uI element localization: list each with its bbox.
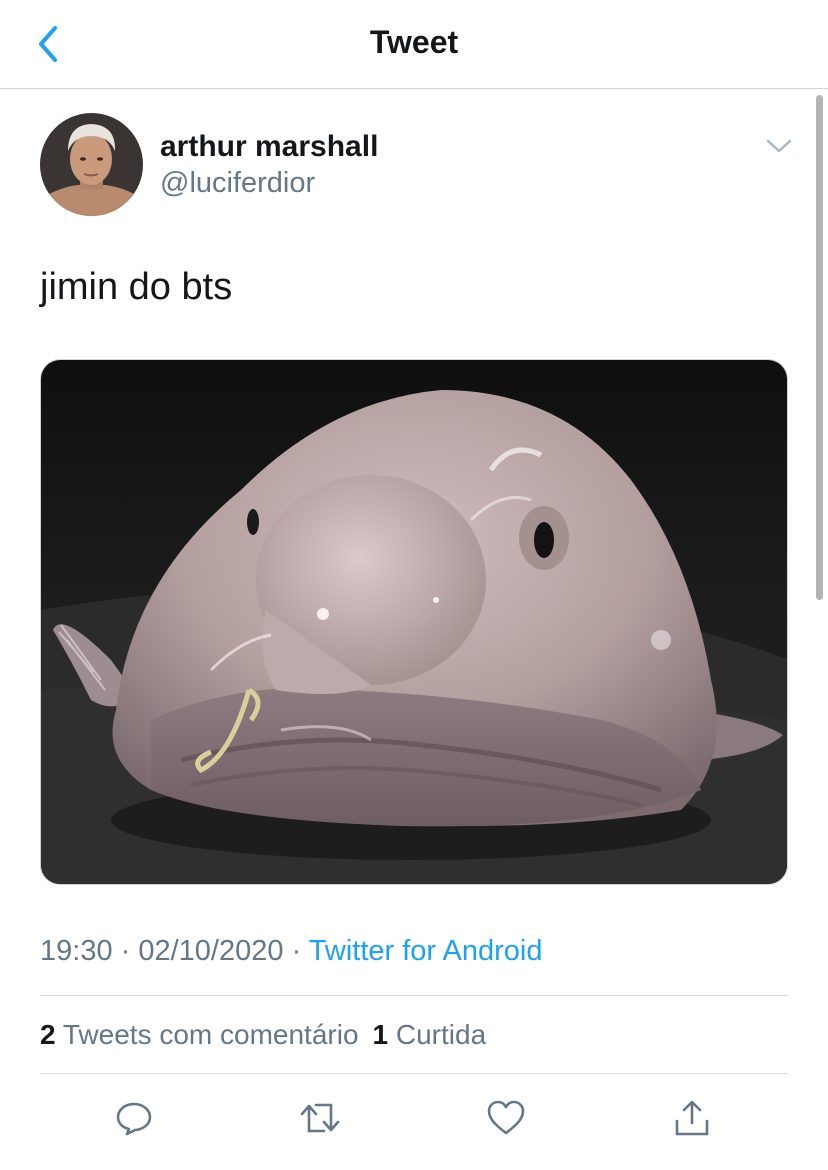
reply-icon (116, 1102, 152, 1136)
like-label: Curtida (395, 1019, 487, 1050)
navigation-header: Tweet (0, 0, 828, 89)
like-count: 1 (372, 1019, 389, 1050)
meta-separator: · (283, 935, 309, 967)
tweet-timestamp-line: 19:30 · 02/10/2020 · Twitter for Android (40, 935, 542, 968)
blobfish-photo (41, 360, 787, 884)
tweet-stats: 2 Tweets com comentário 1 Curtida (40, 1019, 486, 1051)
quote-count: 2 (40, 1019, 56, 1050)
retweet-icon (300, 1103, 340, 1133)
likes-stat[interactable]: 1 Curtida (373, 1019, 487, 1050)
heart-icon (487, 1100, 525, 1135)
author-handle[interactable]: @luciferdior (160, 167, 315, 200)
tweet-date: 02/10/2020 (138, 935, 284, 967)
divider (40, 995, 788, 996)
tweet-menu-button[interactable] (762, 133, 796, 159)
scroll-indicator[interactable] (816, 95, 823, 600)
divider (40, 1073, 788, 1074)
tweet-text: jimin do bts (40, 266, 233, 308)
quote-tweets-stat[interactable]: 2 Tweets com comentário (40, 1019, 359, 1050)
tweet-time: 19:30 (40, 935, 113, 967)
page-title: Tweet (369, 24, 459, 60)
retweet-button[interactable] (296, 1094, 344, 1142)
meta-separator: · (112, 935, 139, 967)
reply-button[interactable] (110, 1094, 158, 1142)
share-icon (675, 1100, 709, 1136)
quote-label: Tweets com comentário (62, 1019, 359, 1050)
tweet-source-link[interactable]: Twitter for Android (309, 935, 543, 967)
like-button[interactable] (482, 1094, 530, 1142)
avatar[interactable] (40, 113, 143, 216)
tweet-photo[interactable] (40, 359, 788, 885)
author-display-name[interactable]: arthur marshall (160, 130, 378, 164)
avatar-image (40, 113, 143, 216)
chevron-down-icon (766, 139, 792, 153)
share-button[interactable] (668, 1094, 716, 1142)
